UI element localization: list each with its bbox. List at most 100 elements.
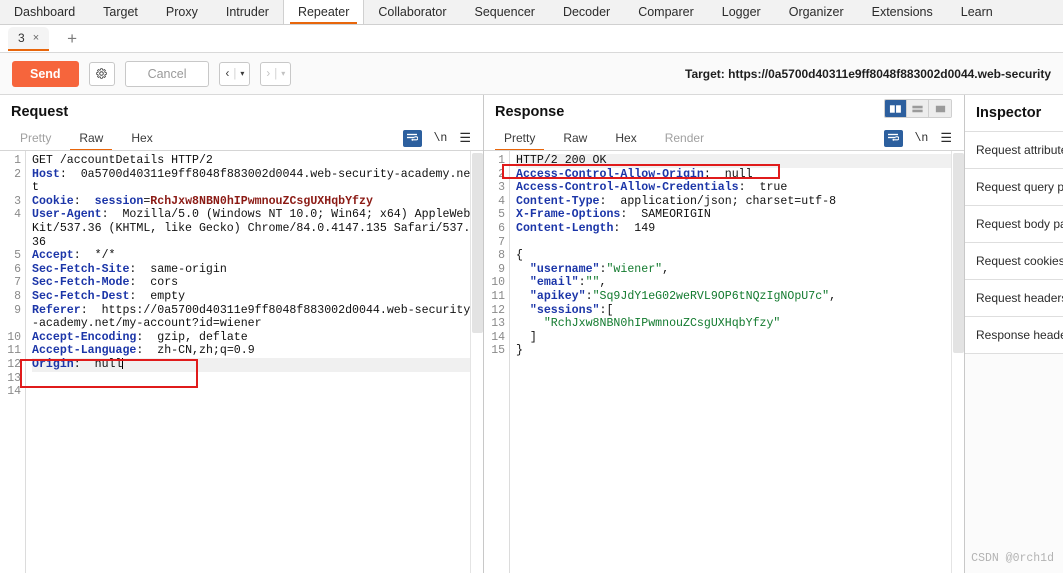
code-token: GET /accountDetails HTTP/2 [32, 154, 213, 167]
main-tab-label: Organizer [788, 5, 844, 19]
response-tab-hex[interactable]: Hex [601, 127, 650, 149]
single-pane-layout-button[interactable] [929, 100, 951, 117]
close-icon[interactable]: × [33, 32, 39, 44]
main-tab-target[interactable]: Target [89, 0, 152, 24]
code-token: "" [585, 276, 600, 290]
request-panel-title: Request [11, 104, 69, 120]
inspector-item-request-query-parameters[interactable]: Request query parameters [965, 168, 1063, 205]
inspector-item-request-cookies[interactable]: Request cookies [965, 242, 1063, 279]
stacked-layout-button[interactable] [907, 100, 929, 117]
code-line: "sessions":[ [516, 304, 958, 318]
request-line-numbers: 1 2 3 4 5 6 7 8 9 10 11 12 13 14 [0, 151, 26, 573]
code-token: , [599, 276, 607, 290]
request-scrollbar[interactable] [470, 151, 483, 573]
response-panel: Response Pretty Raw Hex Render \n ☰ 1 2 … [484, 95, 965, 573]
line-number: 3 [498, 181, 505, 195]
main-tab-learn[interactable]: Learn [947, 0, 1007, 24]
main-tab-dashboard[interactable]: Dashboard [0, 0, 89, 24]
line-number: 2 [14, 167, 21, 181]
session-tab-3[interactable]: 3 × [8, 27, 50, 51]
show-newlines-button[interactable]: \n [434, 132, 448, 145]
line-number: 1 [498, 154, 505, 167]
response-scroll-thumb[interactable] [953, 153, 964, 353]
response-tab-raw[interactable]: Raw [549, 127, 601, 149]
inspector-item-request-body-parameters[interactable]: Request body parameters [965, 205, 1063, 242]
code-token: Sec-Fetch-Mode [32, 276, 130, 290]
word-wrap-icon[interactable] [402, 129, 422, 147]
hamburger-menu-icon[interactable]: ☰ [940, 130, 952, 146]
line-number: 10 [491, 276, 505, 290]
inspector-item-request-headers[interactable]: Request headers [965, 279, 1063, 316]
inspector-item-response-headers[interactable]: Response headers [965, 316, 1063, 353]
main-tab-decoder[interactable]: Decoder [549, 0, 624, 24]
response-tab-pretty[interactable]: Pretty [490, 127, 549, 151]
request-tab-hex[interactable]: Hex [117, 127, 166, 149]
line-number: 4 [498, 194, 505, 208]
main-tab-proxy[interactable]: Proxy [152, 0, 212, 24]
add-tab-icon[interactable]: + [61, 30, 83, 47]
hamburger-menu-icon[interactable]: ☰ [459, 130, 471, 146]
code-token: "Sq9JdY1eG02weRVL9OP6tNQzIgNOpU7c" [592, 289, 830, 303]
response-editor[interactable]: 1 2 3 4 5 6 7 8 9 10 11 12 13 14 15 HTTP/2 200 OK Acces… [484, 150, 964, 573]
main-tab-intruder[interactable]: Intruder [212, 0, 283, 24]
show-newlines-button[interactable]: \n [915, 132, 929, 145]
request-editor[interactable]: 1 2 3 4 5 6 7 8 9 10 11 12 13 14 GET /accountDetails … [0, 150, 483, 573]
side-by-side-layout-button[interactable] [885, 100, 907, 117]
code-token: : cors [129, 276, 179, 290]
response-editor-actions: \n ☰ [883, 129, 964, 147]
main-tab-label: Repeater [297, 5, 350, 19]
previous-request-button[interactable]: ‹ | ▾ [219, 61, 251, 86]
code-token: Host [32, 167, 60, 181]
code-line: Accept-Language: zh-CN,zh;q=0.9 [32, 344, 477, 358]
layout-toggle-group [884, 99, 952, 118]
code-token: User-Agent [32, 208, 102, 222]
main-tab-logger[interactable]: Logger [708, 0, 775, 24]
code-token: Content-Type [516, 194, 600, 208]
request-tab-pretty[interactable]: Pretty [6, 127, 65, 149]
code-token: Cookie [32, 194, 74, 208]
code-token: : zh-CN,zh;q=0.9 [136, 344, 255, 358]
main-tab-repeater[interactable]: Repeater [282, 0, 365, 24]
response-tab-render[interactable]: Render [651, 127, 718, 149]
code-token: : SAMEORIGIN [620, 208, 711, 222]
inspector-item-request-attributes[interactable]: Request attributes [965, 131, 1063, 168]
main-tab-label: Decoder [562, 5, 611, 19]
code-token: , [829, 289, 837, 303]
code-line: { [516, 249, 958, 263]
request-tab-raw[interactable]: Raw [65, 127, 117, 151]
main-tab-organizer[interactable]: Organizer [775, 0, 858, 24]
code-line: GET /accountDetails HTTP/2 [32, 154, 477, 168]
session-tab-label: 3 [18, 31, 25, 45]
request-scroll-thumb[interactable] [472, 153, 483, 333]
next-request-button[interactable]: › | ▾ [260, 61, 292, 86]
main-tab-extensions[interactable]: Extensions [858, 0, 947, 24]
main-tab-comparer[interactable]: Comparer [624, 0, 708, 24]
send-button[interactable]: Send [12, 60, 79, 87]
response-scrollbar[interactable] [951, 151, 964, 573]
gear-icon[interactable] [88, 61, 115, 86]
line-number: 8 [14, 289, 21, 303]
main-tab-sequencer[interactable]: Sequencer [460, 0, 548, 24]
code-token: Referer [32, 303, 81, 317]
code-line: Content-Length: 149 [516, 222, 958, 236]
code-line: "apikey":"Sq9JdY1eG02weRVL9OP6tNQzIgNOpU… [516, 290, 958, 304]
code-token: "RchJxw8NBN0hIPwmnouZCsgUXHqbYfzy" [543, 317, 781, 331]
request-code-content[interactable]: GET /accountDetails HTTP/2 Host: 0a5700d4… [26, 151, 483, 573]
response-code-content[interactable]: HTTP/2 200 OK Access-Control-Allow-Origin… [510, 151, 964, 573]
inspector-section-list: Request attributesRequest query paramete… [965, 131, 1063, 353]
code-token: "sessions" [529, 303, 600, 317]
code-token: } [516, 344, 523, 358]
code-line: Content-Type: application/json; charset=… [516, 195, 958, 209]
response-line-numbers: 1 2 3 4 5 6 7 8 9 10 11 12 13 14 15 [484, 151, 510, 573]
line-number: 6 [498, 221, 505, 235]
code-token: Access-Control-Allow-Origin [516, 167, 704, 181]
cancel-button[interactable]: Cancel [124, 60, 210, 87]
word-wrap-icon[interactable] [883, 129, 903, 147]
code-token: Access-Control-Allow-Credentials [516, 181, 739, 195]
chevron-left-icon: ‹ [225, 67, 230, 80]
line-number: 7 [498, 235, 505, 249]
main-tab-collaborator[interactable]: Collaborator [364, 0, 460, 24]
